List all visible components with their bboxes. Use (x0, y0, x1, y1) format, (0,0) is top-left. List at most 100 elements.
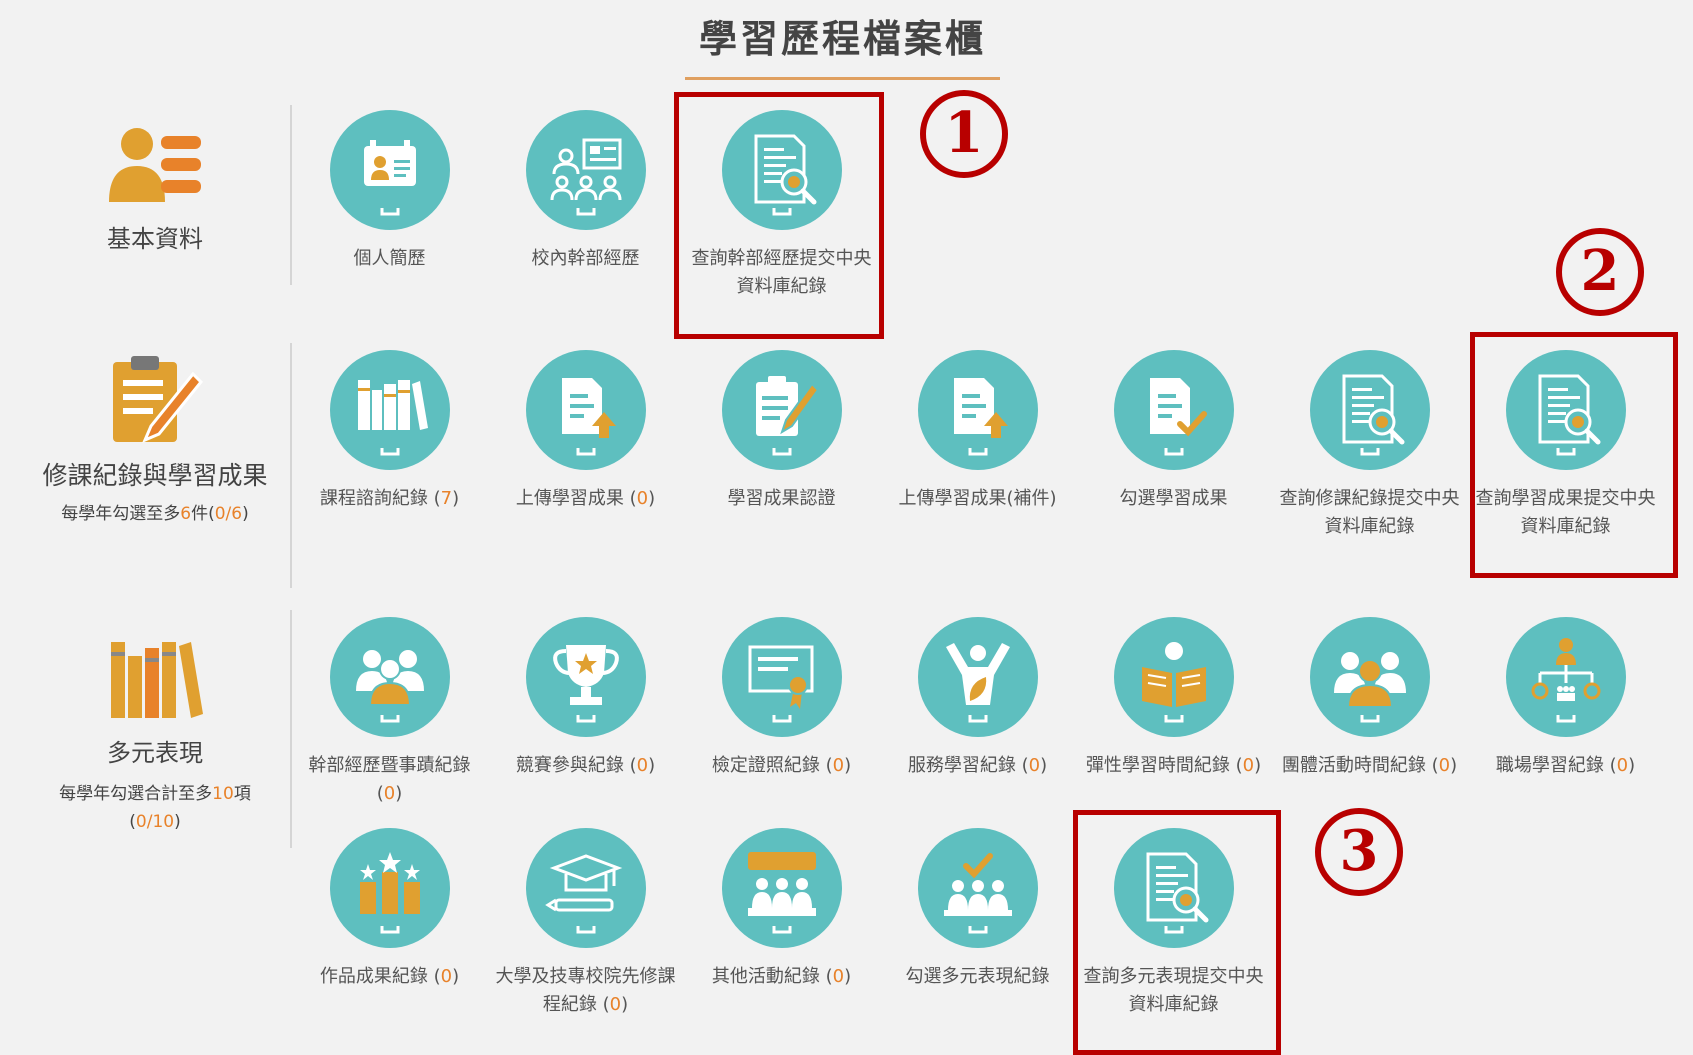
tile-label[interactable]: 服務學習紀錄 (0) (880, 752, 1075, 780)
tile-label[interactable]: 校內幹部經歷 (488, 245, 683, 273)
tile-label[interactable]: 幹部經歷暨事蹟紀錄 (0) (292, 752, 487, 808)
tile-r1-c5[interactable]: 查詢修課紀錄提交中央資料庫紀錄 (1272, 350, 1467, 541)
tile-icon-circle[interactable] (1113, 617, 1234, 737)
tile-r2-c6[interactable]: 職場學習紀錄 (0) (1468, 617, 1663, 780)
tile-label[interactable]: 職場學習紀錄 (0) (1468, 752, 1663, 780)
tile-label-text[interactable]: 個人簡歷 (354, 248, 426, 269)
certificate-icon (748, 645, 813, 723)
tile-r2-c3[interactable]: 服務學習紀錄 (0) (880, 617, 1075, 780)
tile-icon-circle[interactable] (525, 828, 646, 948)
highlight-box-3 (1073, 810, 1281, 1055)
tile-label[interactable]: 個人簡歷 (292, 245, 487, 273)
tile-label-text[interactable]: 職場學習紀錄 (1496, 755, 1604, 776)
tile-count-value: 0 (1616, 755, 1629, 776)
tile-count: (7) (427, 488, 460, 509)
category-note: 每學年勾選合計至多10項 (0/10) (59, 784, 251, 832)
star-bars-icon (359, 852, 420, 934)
tile-icon-circle[interactable] (1309, 350, 1430, 470)
tile-count: (0) (623, 488, 656, 509)
tile-icon-circle[interactable] (917, 350, 1038, 470)
tile-label-text[interactable]: 彈性學習時間紀錄 (1086, 755, 1230, 776)
tile-icon-circle[interactable] (1113, 350, 1234, 470)
tile-label-text[interactable]: 檢定證照紀錄 (712, 755, 820, 776)
category-diverse-performance: 多元表現 每學年勾選合計至多10項 (0/10) (30, 636, 280, 836)
tile-r1-c3[interactable]: 上傳學習成果(補件) (880, 350, 1075, 513)
tile-r3-c1[interactable]: 大學及技專校院先修課程紀錄 (0) (488, 828, 683, 1019)
tile-icon-circle[interactable] (917, 828, 1038, 948)
tile-r2-c1[interactable]: 競賽參與紀錄 (0) (488, 617, 683, 780)
page-title: 學習歷程檔案櫃 (684, 8, 1000, 80)
tile-label[interactable]: 上傳學習成果 (0) (488, 485, 683, 513)
tile-r1-c0[interactable]: 課程諮詢紀錄 (7) (292, 350, 487, 513)
tile-label[interactable]: 課程諮詢紀錄 (7) (292, 485, 487, 513)
tile-icon-circle[interactable] (1505, 617, 1626, 737)
tile-count: (0) (596, 994, 629, 1015)
tile-label[interactable]: 檢定證照紀錄 (0) (684, 752, 879, 780)
badge-3: 3 (1315, 808, 1403, 896)
tile-label-text[interactable]: 團體活動時間紀錄 (1282, 755, 1426, 776)
tile-icon-circle[interactable] (1309, 617, 1430, 737)
tile-icon-circle[interactable] (525, 110, 646, 230)
reader-icon (1141, 642, 1206, 723)
tile-label-text[interactable]: 校內幹部經歷 (532, 248, 640, 269)
tile-icon-circle[interactable] (721, 828, 842, 948)
tile-label-text[interactable]: 作品成果紀錄 (320, 966, 428, 987)
tile-r0-c0[interactable]: 個人簡歷 (292, 110, 487, 273)
group-board-icon (550, 138, 621, 216)
tile-icon-circle[interactable] (329, 617, 450, 737)
tile-label-text[interactable]: 服務學習紀錄 (908, 755, 1016, 776)
tile-label[interactable]: 團體活動時間紀錄 (0) (1272, 752, 1467, 780)
tile-r1-c2[interactable]: 學習成果認證 (684, 350, 879, 513)
tile-r1-c1[interactable]: 上傳學習成果 (0) (488, 350, 683, 513)
tile-r2-c5[interactable]: 團體活動時間紀錄 (0) (1272, 617, 1467, 780)
tile-label-text[interactable]: 大學及技專校院先修課程紀錄 (496, 966, 676, 1015)
tile-label-text[interactable]: 競賽參與紀錄 (516, 755, 624, 776)
tile-label-text[interactable]: 查詢修課紀錄提交中央資料庫紀錄 (1280, 488, 1460, 537)
tile-icon-circle[interactable] (525, 350, 646, 470)
tile-icon-circle[interactable] (329, 350, 450, 470)
profile-card-icon (30, 122, 280, 212)
note-suffix: ) (242, 504, 249, 524)
tile-r3-c2[interactable]: 其他活動紀錄 (0) (684, 828, 879, 991)
tile-r2-c0[interactable]: 幹部經歷暨事蹟紀錄 (0) (292, 617, 487, 808)
tile-label[interactable]: 作品成果紀錄 (0) (292, 963, 487, 991)
tile-label-text[interactable]: 課程諮詢紀錄 (320, 488, 428, 509)
tile-r3-c0[interactable]: 作品成果紀錄 (0) (292, 828, 487, 991)
tile-label-text[interactable]: 勾選多元表現紀錄 (906, 966, 1050, 987)
tile-icon-circle[interactable] (329, 110, 450, 230)
tile-label-text[interactable]: 上傳學習成果 (516, 488, 624, 509)
tile-icon-circle[interactable] (917, 617, 1038, 737)
tile-icon-circle[interactable] (721, 350, 842, 470)
note-mid: 件( (191, 504, 215, 524)
tile-label[interactable]: 勾選學習成果 (1076, 485, 1271, 513)
tile-r1-c4[interactable]: 勾選學習成果 (1076, 350, 1271, 513)
tile-icon-circle[interactable] (525, 617, 646, 737)
badge-2: 2 (1556, 228, 1644, 316)
tile-label-text[interactable]: 勾選學習成果 (1120, 488, 1228, 509)
document-search-icon (1342, 374, 1404, 456)
tile-r2-c2[interactable]: 檢定證照紀錄 (0) (684, 617, 879, 780)
tile-label[interactable]: 彈性學習時間紀錄 (0) (1076, 752, 1271, 780)
tile-label[interactable]: 競賽參與紀錄 (0) (488, 752, 683, 780)
tile-label[interactable]: 上傳學習成果(補件) (880, 485, 1075, 513)
tile-label[interactable]: 學習成果認證 (684, 485, 879, 513)
tile-icon-circle[interactable] (329, 828, 450, 948)
tile-r2-c4[interactable]: 彈性學習時間紀錄 (0) (1076, 617, 1271, 780)
tile-label[interactable]: 其他活動紀錄 (0) (684, 963, 879, 991)
tile-label[interactable]: 勾選多元表現紀錄 (880, 963, 1075, 991)
tile-count: (0) (623, 755, 656, 776)
tile-icon-circle[interactable] (721, 617, 842, 737)
tile-count: (0) (1603, 755, 1636, 776)
tile-r0-c1[interactable]: 校內幹部經歷 (488, 110, 683, 273)
tile-count-value: 0 (832, 755, 845, 776)
tile-label-text[interactable]: 其他活動紀錄 (712, 966, 820, 987)
tile-label-text[interactable]: 上傳學習成果(補件) (898, 488, 1056, 509)
category-course-records: 修課紀錄與學習成果 每學年勾選至多6件(0/6) (30, 354, 280, 528)
books-icon (30, 636, 280, 726)
tile-r3-c3[interactable]: 勾選多元表現紀錄 (880, 828, 1075, 991)
tile-count: (0) (819, 755, 852, 776)
tile-label-text[interactable]: 幹部經歷暨事蹟紀錄 (309, 755, 471, 776)
tile-label[interactable]: 大學及技專校院先修課程紀錄 (0) (488, 963, 683, 1019)
tile-label[interactable]: 查詢修課紀錄提交中央資料庫紀錄 (1272, 485, 1467, 541)
tile-label-text[interactable]: 學習成果認證 (728, 488, 836, 509)
